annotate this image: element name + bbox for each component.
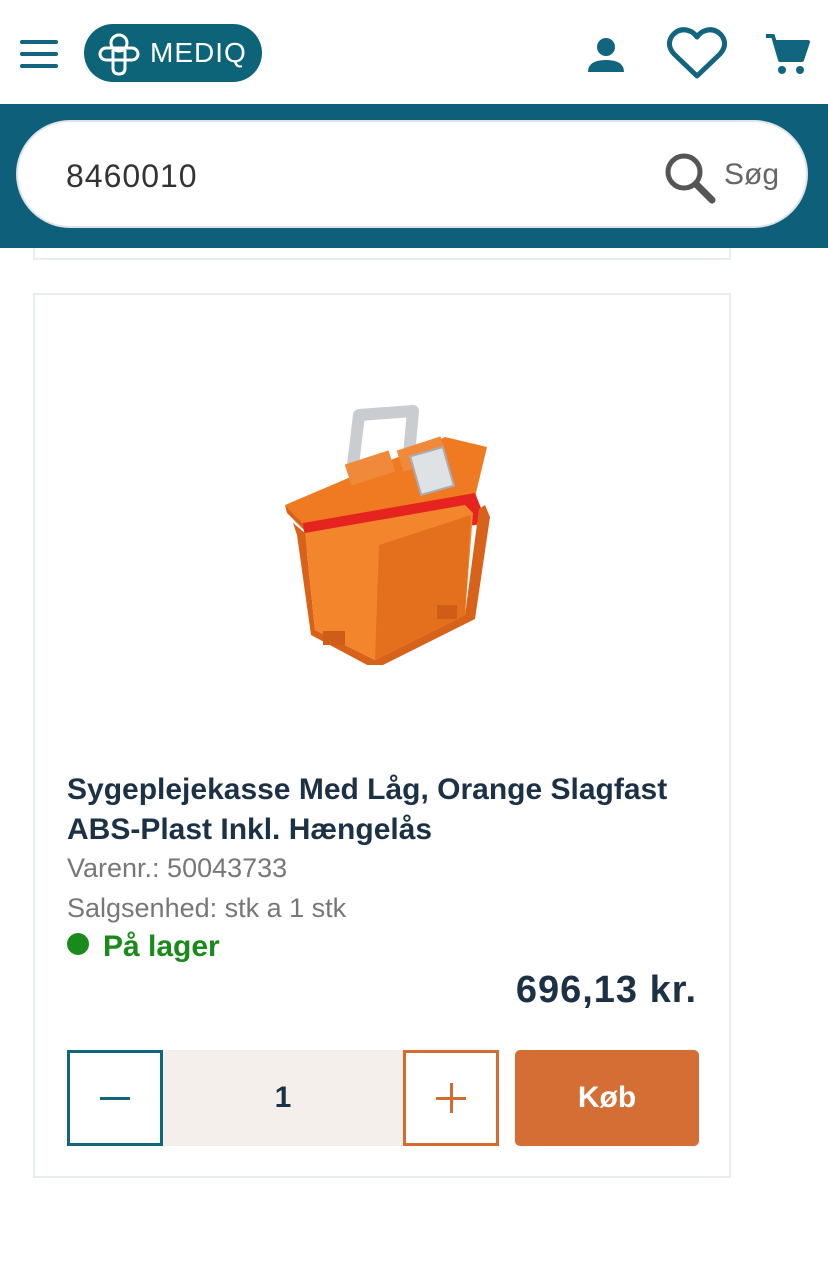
item-number: Varenr.: 50043733 [67,853,288,883]
search-box: Søg [16,120,808,228]
mediq-logo[interactable]: MEDIQ [84,24,262,82]
quantity-increase-button[interactable] [403,1050,499,1146]
top-header: MEDIQ [0,0,828,104]
quantity-decrease-button[interactable] [67,1050,163,1146]
stock-indicator-dot [67,933,89,955]
user-icon[interactable] [586,36,626,81]
heart-icon[interactable] [666,26,728,87]
stock-status-label: På lager [103,930,220,963]
product-image[interactable] [275,405,525,667]
stock-status: På lager [67,930,220,964]
product-title[interactable]: Sygeplejekasse Med Låg, Orange Slagfast … [67,770,707,850]
search-button-label: Søg [724,158,780,191]
search-icon [665,153,716,204]
buy-button[interactable]: Køb [515,1050,699,1146]
cart-icon[interactable] [764,32,810,81]
search-bar-section: Søg [0,104,828,248]
product-price: 696,13 kr. [515,969,697,1011]
product-card: Sygeplejekasse Med Låg, Orange Slagfast … [33,293,731,1178]
minus-icon [100,1097,130,1100]
search-input[interactable] [64,150,628,202]
logo-symbol-icon [98,33,140,76]
previous-product-card [33,248,731,260]
quantity-input[interactable]: 1 [163,1050,403,1146]
logo-text: MEDIQ [150,37,247,68]
menu-icon[interactable] [20,40,60,68]
sales-unit: Salgsenhed: stk a 1 stk [67,893,347,923]
search-button[interactable]: Søg [658,148,798,204]
